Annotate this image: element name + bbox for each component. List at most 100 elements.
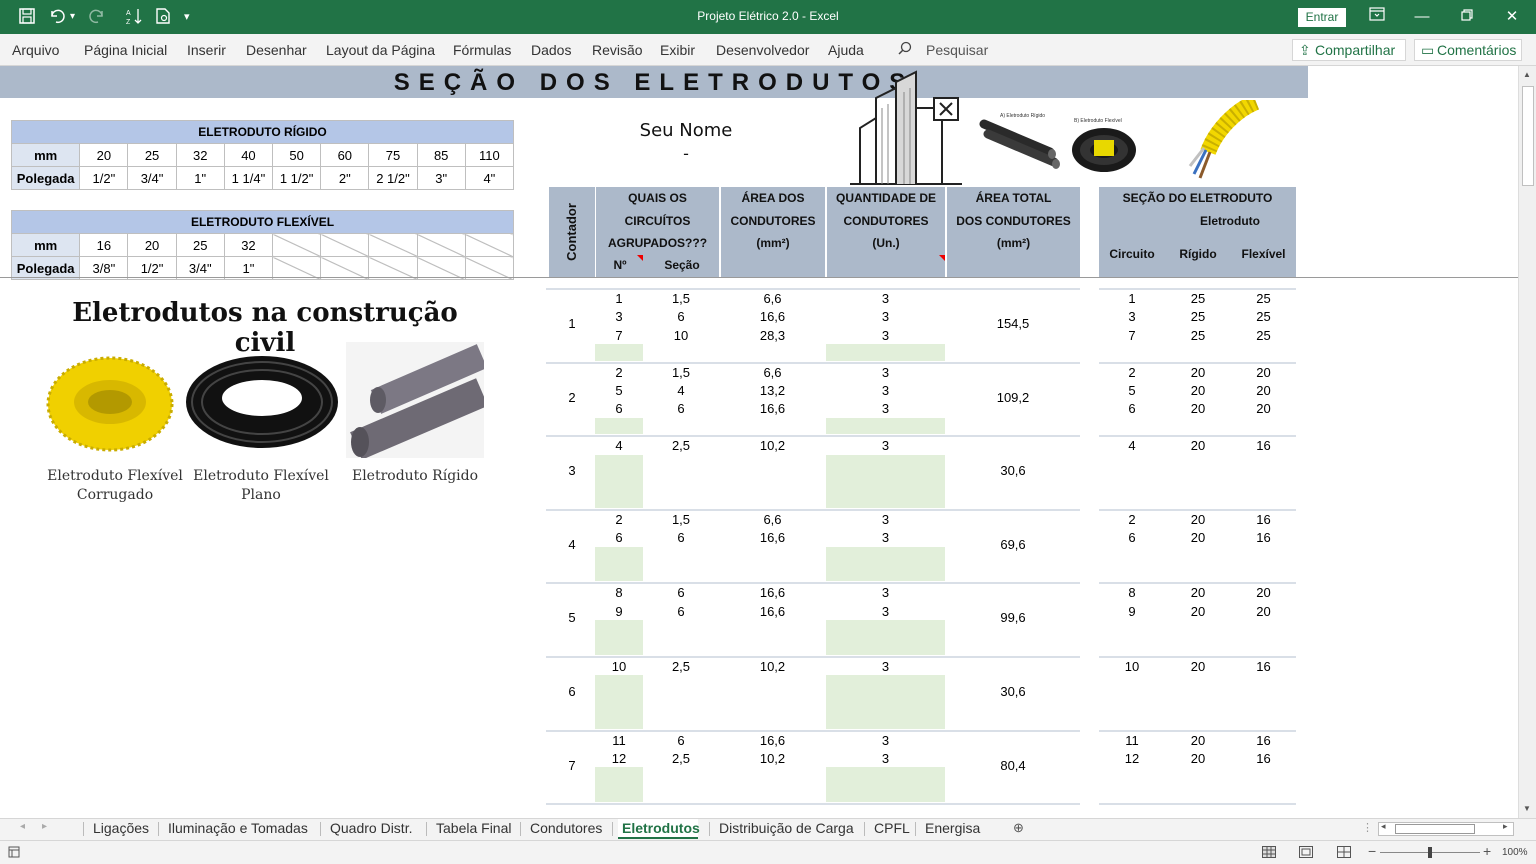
- section-cell[interactable]: 2,5: [643, 659, 719, 674]
- conductor-quantity-cell[interactable]: 3: [826, 604, 945, 619]
- page-break-icon[interactable]: [1337, 845, 1351, 863]
- contador-cell[interactable]: 4: [549, 537, 595, 552]
- empty-input-cell[interactable]: [595, 546, 643, 582]
- conductor-quantity-cell[interactable]: 3: [826, 530, 945, 545]
- conductor-area-cell[interactable]: 16,6: [720, 733, 825, 748]
- eletroduto-circuito-cell[interactable]: 11: [1099, 733, 1165, 748]
- eletroduto-flexivel-cell[interactable]: 20: [1231, 585, 1296, 600]
- sheet-tab[interactable]: Condutores: [526, 819, 604, 839]
- comment-indicator[interactable]: [637, 255, 643, 261]
- area-total-cell[interactable]: 154,5: [946, 316, 1080, 331]
- circuit-number-cell[interactable]: 5: [595, 383, 643, 398]
- section-cell[interactable]: 1,5: [643, 512, 719, 527]
- eletroduto-rigido-cell[interactable]: 20: [1165, 585, 1231, 600]
- eletroduto-circuito-cell[interactable]: 10: [1099, 659, 1165, 674]
- worksheet[interactable]: SEÇÃO DOS ELETRODUTOS ELETRODUTO RÍGIDO …: [0, 66, 1518, 818]
- menu-desenhar[interactable]: Desenhar: [246, 42, 307, 58]
- conductor-quantity-cell[interactable]: 3: [826, 291, 945, 306]
- contador-cell[interactable]: 7: [549, 758, 595, 773]
- eletroduto-flexivel-cell[interactable]: 16: [1231, 659, 1296, 674]
- eletroduto-circuito-cell[interactable]: 6: [1099, 530, 1165, 545]
- scroll-up-icon[interactable]: ▲: [1523, 70, 1531, 79]
- contador-cell[interactable]: 3: [549, 463, 595, 478]
- eletroduto-rigido-cell[interactable]: 20: [1165, 383, 1231, 398]
- conductor-area-cell[interactable]: 28,3: [720, 328, 825, 343]
- conductor-quantity-cell[interactable]: 3: [826, 733, 945, 748]
- menu-desenvolvedor[interactable]: Desenvolvedor: [716, 42, 809, 58]
- hscroll-right-icon[interactable]: ▸: [1503, 821, 1508, 832]
- contador-cell[interactable]: 6: [549, 684, 595, 699]
- empty-input-cell[interactable]: [595, 767, 643, 803]
- sheet-tab[interactable]: Distribuição de Carga: [715, 819, 855, 839]
- eletroduto-flexivel-cell[interactable]: 16: [1231, 751, 1296, 766]
- eletroduto-flexivel-cell[interactable]: 25: [1231, 291, 1296, 306]
- conductor-area-cell[interactable]: 6,6: [720, 365, 825, 380]
- conductor-quantity-cell[interactable]: 3: [826, 659, 945, 674]
- area-total-cell[interactable]: 30,6: [946, 684, 1080, 699]
- conductor-quantity-cell[interactable]: 3: [826, 383, 945, 398]
- eletroduto-rigido-cell[interactable]: 20: [1165, 438, 1231, 453]
- eletroduto-rigido-cell[interactable]: 20: [1165, 512, 1231, 527]
- comment-indicator[interactable]: [939, 255, 945, 261]
- eletroduto-flexivel-cell[interactable]: 25: [1231, 309, 1296, 324]
- conductor-area-cell[interactable]: 10,2: [720, 438, 825, 453]
- ribbon-display-icon[interactable]: [1362, 5, 1392, 29]
- empty-input-cell[interactable]: [826, 454, 945, 508]
- sheet-tab[interactable]: Tabela Final: [432, 819, 512, 839]
- scroll-thumb[interactable]: [1522, 86, 1534, 186]
- circuit-number-cell[interactable]: 12: [595, 751, 643, 766]
- conductor-area-cell[interactable]: 16,6: [720, 401, 825, 416]
- eletroduto-circuito-cell[interactable]: 7: [1099, 328, 1165, 343]
- section-cell[interactable]: 1,5: [643, 365, 719, 380]
- eletroduto-circuito-cell[interactable]: 8: [1099, 585, 1165, 600]
- eletroduto-flexivel-cell[interactable]: 20: [1231, 365, 1296, 380]
- conductor-area-cell[interactable]: 16,6: [720, 530, 825, 545]
- close-icon[interactable]: ✕: [1497, 5, 1527, 29]
- conductor-quantity-cell[interactable]: 3: [826, 438, 945, 453]
- area-total-cell[interactable]: 99,6: [946, 610, 1080, 625]
- circuit-number-cell[interactable]: 9: [595, 604, 643, 619]
- zoom-slider-thumb[interactable]: [1428, 847, 1432, 858]
- eletroduto-rigido-cell[interactable]: 20: [1165, 659, 1231, 674]
- conductor-area-cell[interactable]: 10,2: [720, 751, 825, 766]
- minimize-icon[interactable]: —: [1407, 5, 1437, 29]
- eletroduto-circuito-cell[interactable]: 5: [1099, 383, 1165, 398]
- page-layout-icon[interactable]: [1299, 845, 1313, 863]
- eletroduto-flexivel-cell[interactable]: 20: [1231, 604, 1296, 619]
- hscroll-thumb[interactable]: [1395, 824, 1475, 834]
- vertical-scrollbar[interactable]: ▲ ▼: [1518, 66, 1536, 818]
- conductor-area-cell[interactable]: 16,6: [720, 309, 825, 324]
- conductor-quantity-cell[interactable]: 3: [826, 751, 945, 766]
- section-cell[interactable]: 6: [643, 401, 719, 416]
- circuit-number-cell[interactable]: 1: [595, 291, 643, 306]
- section-cell[interactable]: 4: [643, 383, 719, 398]
- sheet-tab[interactable]: Eletrodutos: [618, 819, 700, 839]
- eletroduto-circuito-cell[interactable]: 4: [1099, 438, 1165, 453]
- eletroduto-rigido-cell[interactable]: 20: [1165, 530, 1231, 545]
- circuit-number-cell[interactable]: 2: [595, 365, 643, 380]
- eletroduto-flexivel-cell[interactable]: 16: [1231, 438, 1296, 453]
- contador-cell[interactable]: 1: [549, 316, 595, 331]
- menu-arquivo[interactable]: Arquivo: [12, 42, 59, 58]
- eletroduto-circuito-cell[interactable]: 9: [1099, 604, 1165, 619]
- empty-input-cell[interactable]: [826, 546, 945, 582]
- zoom-in-icon[interactable]: +: [1483, 843, 1491, 859]
- conductor-quantity-cell[interactable]: 3: [826, 309, 945, 324]
- eletroduto-circuito-cell[interactable]: 1: [1099, 291, 1165, 306]
- eletroduto-rigido-cell[interactable]: 20: [1165, 733, 1231, 748]
- circuit-number-cell[interactable]: 2: [595, 512, 643, 527]
- eletroduto-rigido-cell[interactable]: 20: [1165, 365, 1231, 380]
- conductor-area-cell[interactable]: 10,2: [720, 659, 825, 674]
- empty-input-cell[interactable]: [595, 454, 643, 508]
- circuit-number-cell[interactable]: 6: [595, 530, 643, 545]
- circuit-number-cell[interactable]: 6: [595, 401, 643, 416]
- horizontal-scrollbar[interactable]: ◂ ▸: [1378, 821, 1514, 836]
- section-cell[interactable]: 2,5: [643, 751, 719, 766]
- section-cell[interactable]: 1,5: [643, 291, 719, 306]
- area-total-cell[interactable]: 109,2: [946, 390, 1080, 405]
- conductor-area-cell[interactable]: 6,6: [720, 512, 825, 527]
- conductor-quantity-cell[interactable]: 3: [826, 585, 945, 600]
- section-cell[interactable]: 6: [643, 733, 719, 748]
- empty-input-cell[interactable]: [595, 675, 643, 729]
- area-total-cell[interactable]: 80,4: [946, 758, 1080, 773]
